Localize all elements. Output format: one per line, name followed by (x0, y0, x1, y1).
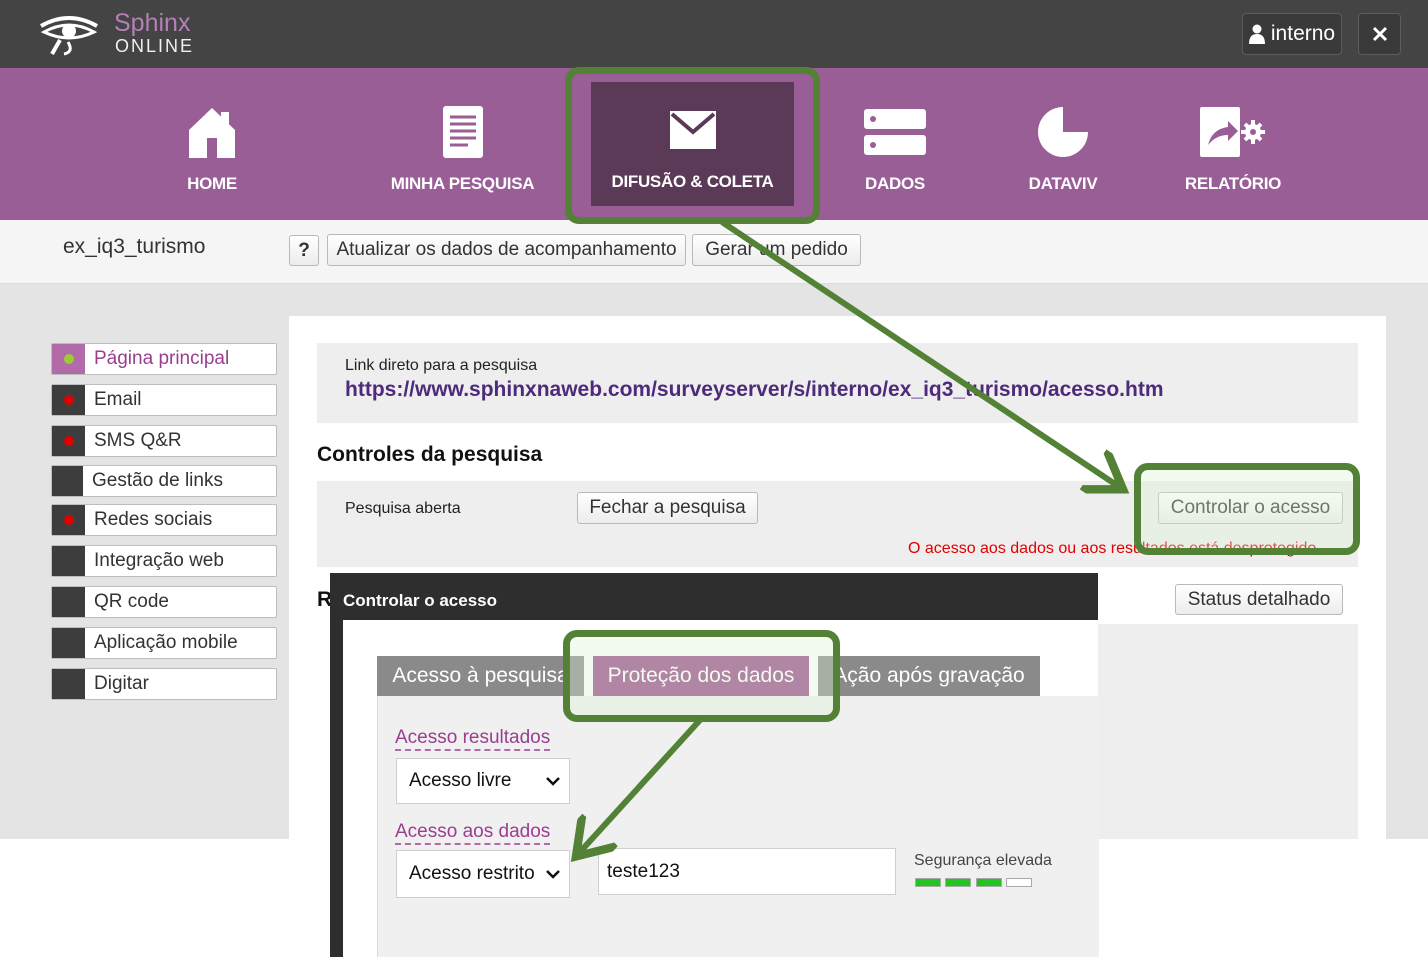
arrow-to-data-access (580, 717, 703, 852)
annotation-arrows (0, 219, 1428, 957)
arrow-to-control-access (720, 219, 1118, 486)
